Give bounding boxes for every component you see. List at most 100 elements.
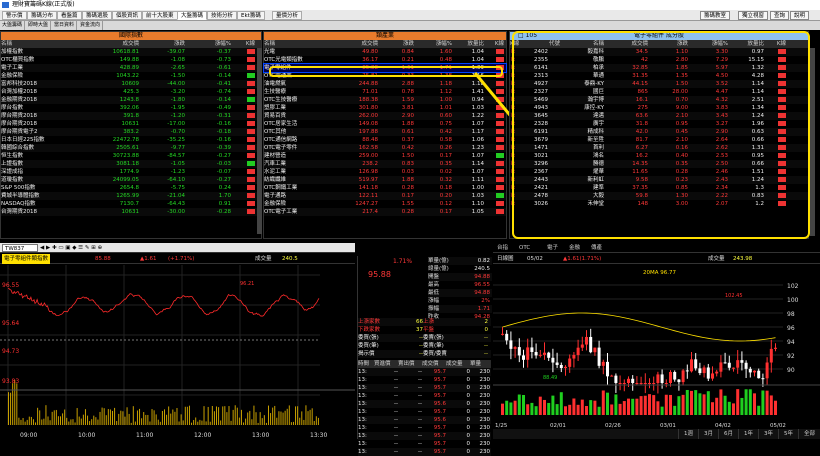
col-header[interactable]: 成交價 bbox=[81, 40, 139, 48]
intl-scrollbar[interactable] bbox=[257, 48, 262, 234]
intl-row[interactable]: 道瓊指數 24099.05 -64.10 -0.27 bbox=[1, 176, 261, 184]
sector-row[interactable]: OTC鋼鐵工業 141.18 0.28 0.18 1.00 bbox=[264, 184, 506, 192]
sector-row[interactable]: 建材營造 259.00 1.50 0.17 1.07 bbox=[264, 152, 506, 160]
tab-2[interactable]: 看盤篇 bbox=[57, 11, 82, 20]
comp-scrollbar[interactable] bbox=[810, 48, 815, 236]
sector-row[interactable]: 光電 49.80 0.84 1.60 1.04 bbox=[264, 48, 506, 56]
intl-row[interactable]: 摩台期貨2018 10631 -17.00 -0.16 bbox=[1, 120, 261, 128]
tick-row[interactable]: 13: -- -- 95.7 0 230 bbox=[358, 376, 491, 384]
col-header[interactable]: 漲跌 bbox=[139, 40, 185, 48]
intl-row[interactable]: 摩台期貨電子2 383.2 -0.70 -0.18 bbox=[1, 128, 261, 136]
tick-col-header[interactable]: 成交價 bbox=[422, 360, 446, 368]
tick-row[interactable]: 13: -- -- 95.7 0 230 bbox=[358, 384, 491, 392]
col-header[interactable]: K線 bbox=[231, 40, 255, 48]
kchart-tab-0[interactable]: 台指 bbox=[497, 243, 508, 253]
kchart-period[interactable]: 日線圖 bbox=[497, 254, 514, 264]
tick-col-header[interactable]: 時間 bbox=[358, 360, 374, 368]
tick-row[interactable]: 13: -- -- 95.6 0 230 bbox=[358, 400, 491, 408]
kchart-tab-2[interactable]: 電子 bbox=[547, 243, 558, 253]
intl-row[interactable]: 上證指數 3081.18 -1.05 -0.03 bbox=[1, 160, 261, 168]
intl-row[interactable]: 金融期貨2018 1243.8 -1.80 -0.14 bbox=[1, 96, 261, 104]
tab-7[interactable]: 技術分析 bbox=[207, 11, 237, 20]
kchart-tab-1[interactable]: OTC bbox=[519, 243, 530, 253]
intl-row[interactable]: 摩台指數 392.06 -1.95 -0.49 bbox=[1, 104, 261, 112]
sector-row[interactable]: 汽車工業 238.2 0.83 0.35 1.14 bbox=[264, 160, 506, 168]
sector-row[interactable]: 紡織纖維 519.97 1.88 0.32 1.11 bbox=[264, 176, 506, 184]
intl-row[interactable]: 台灣期貨2018 10631 -30.00 -0.28 bbox=[1, 208, 261, 216]
code-input[interactable]: TW837 bbox=[2, 244, 38, 252]
tab-4[interactable]: 個股資訊 bbox=[112, 11, 142, 20]
intl-row[interactable]: OTC櫃買指數 149.88 -1.08 -0.73 bbox=[1, 56, 261, 64]
sector-pct: 0.60 bbox=[414, 112, 452, 120]
period-6[interactable]: 全部 bbox=[798, 429, 820, 439]
col-header[interactable]: 漲幅% bbox=[414, 40, 452, 48]
intraday-chart[interactable]: 96.55 95.64 94.73 93.83 09:00 10:00 11:00 12:00… bbox=[0, 265, 355, 439]
tick-col-header[interactable]: 成交量 bbox=[446, 360, 470, 368]
period-1[interactable]: 3月 bbox=[698, 429, 718, 439]
kchart-tab-4[interactable]: 傳產 bbox=[591, 243, 602, 253]
tick-row[interactable]: 13: -- -- 95.7 0 230 bbox=[358, 408, 491, 416]
period-4[interactable]: 3年 bbox=[758, 429, 778, 439]
intl-row[interactable]: 加權指數 10618.81 -39.07 -0.37 bbox=[1, 48, 261, 56]
col-header[interactable]: 名稱 bbox=[264, 40, 334, 48]
tick-col-header[interactable]: 賣出價 bbox=[398, 360, 422, 368]
tab-8[interactable]: Ekt籌碼 bbox=[237, 11, 265, 20]
col-header[interactable]: 放量比 bbox=[452, 40, 484, 48]
subtab-0[interactable]: 大盤籌碼 bbox=[0, 21, 25, 30]
intl-row[interactable]: 電子工業 428.89 -2.65 -0.61 bbox=[1, 64, 261, 72]
intl-row[interactable]: 金融保險 1043.22 -1.50 -0.14 bbox=[1, 72, 261, 80]
period-3[interactable]: 1年 bbox=[738, 429, 758, 439]
intl-row[interactable]: 日本日經225指數 22472.78 -35.25 -0.16 bbox=[1, 136, 261, 144]
intl-row[interactable]: 深證成指 1774.9 -1.23 -0.07 bbox=[1, 168, 261, 176]
tab-9[interactable]: 量價分析 bbox=[272, 11, 302, 20]
intl-row[interactable]: 富邦科技2018 10609 -44.00 -0.41 bbox=[1, 80, 261, 88]
intl-row[interactable]: NASDAQ指數 7130.7 -64.43 0.91 bbox=[1, 200, 261, 208]
tick-row[interactable]: 13: -- -- 95.7 0 230 bbox=[358, 448, 491, 456]
col-header[interactable]: K線 bbox=[484, 40, 504, 48]
period-5[interactable]: 5年 bbox=[778, 429, 798, 439]
kchart-tab-3[interactable]: 金融 bbox=[569, 243, 580, 253]
col-header[interactable]: 成交價 bbox=[334, 40, 378, 48]
sector-row[interactable]: 水泥工業 126.98 0.03 0.02 1.07 bbox=[264, 168, 506, 176]
intl-row[interactable]: 摩台期貨2018 391.8 -1.20 -0.31 bbox=[1, 112, 261, 120]
tick-col-header[interactable]: 買進價 bbox=[374, 360, 398, 368]
period-2[interactable]: 6月 bbox=[718, 429, 738, 439]
tab-6[interactable]: 大盤籌碼 bbox=[177, 11, 207, 20]
right-button-3[interactable]: 說明 bbox=[790, 11, 809, 20]
subtab-3[interactable]: 資金流向 bbox=[78, 21, 103, 30]
tick-row[interactable]: 13: -- -- 95.7 0 230 bbox=[358, 392, 491, 400]
col-header[interactable]: 漲幅% bbox=[185, 40, 231, 48]
period-0[interactable]: 1週 bbox=[678, 429, 698, 439]
col-header[interactable]: 漲跌 bbox=[378, 40, 414, 48]
intl-row[interactable]: S&P 500指數 2654.8 -5.75 0.24 bbox=[1, 184, 261, 192]
tab-0[interactable]: 警示價 bbox=[2, 11, 27, 20]
tick-row[interactable]: 13: -- -- 95.6 0 230 bbox=[358, 416, 491, 424]
intl-row[interactable]: 費城半導體指數 1265.99 -21.04 1.70 bbox=[1, 192, 261, 200]
right-button-2[interactable]: 查詢 bbox=[770, 11, 789, 20]
intl-row[interactable]: 恒生指數 30723.88 -84.57 -0.27 bbox=[1, 152, 261, 160]
index-change: -44.00 bbox=[139, 80, 185, 88]
toolbar-icons[interactable]: ◀ ▶ ✚ ▭ ▣ ◆ ☰ ✎ ⊞ ⊕ bbox=[40, 243, 102, 253]
intl-row[interactable]: 韓國綜合指數 2505.61 -9.77 -0.39 bbox=[1, 144, 261, 152]
tick-col-header[interactable]: 單量 bbox=[470, 360, 490, 368]
tab-1[interactable]: 籌碼分布 bbox=[27, 11, 57, 20]
tab-5[interactable]: 前十大股東 bbox=[142, 11, 178, 20]
index-change: -84.57 bbox=[139, 152, 185, 160]
sector-row[interactable]: OTC電子零件 162.58 0.42 0.26 1.23 bbox=[264, 144, 506, 152]
sector-row[interactable]: 電子通路 122.11 0.17 0.20 1.03 bbox=[264, 192, 506, 200]
sector-row[interactable]: 金融保險 1247.27 1.55 0.12 1.10 bbox=[264, 200, 506, 208]
intl-row[interactable]: 台灣加權2018 425.3 -3.20 -0.74 bbox=[1, 88, 261, 96]
tick-row[interactable]: 13: -- -- 95.7 0 230 bbox=[358, 368, 491, 376]
sector-row[interactable]: OTC通信網路 88.48 0.37 0.58 1.06 bbox=[264, 136, 506, 144]
sector-row[interactable]: OTC電子工業 217.4 0.28 0.17 1.05 bbox=[264, 208, 506, 216]
col-header[interactable]: 名稱 bbox=[1, 40, 81, 48]
subtab-2[interactable]: 當日資料 bbox=[52, 21, 77, 30]
tab-3[interactable]: 籌碼選股 bbox=[82, 11, 112, 20]
tick-row[interactable]: 13: -- -- 95.7 0 230 bbox=[358, 440, 491, 448]
tick-row[interactable]: 13: -- -- 95.7 0 230 bbox=[358, 424, 491, 432]
right-button-1[interactable]: 獨立視窗 bbox=[738, 11, 768, 20]
sector-row[interactable]: OTC光電類指數 36.17 0.21 0.48 1.04 bbox=[264, 56, 506, 64]
right-button-0[interactable]: 籌碼教室 bbox=[700, 11, 730, 20]
subtab-1[interactable]: 即時大盤 bbox=[26, 21, 51, 30]
kline-chart[interactable]: 20MA 96.771021009896949290102.4588.491/2… bbox=[493, 265, 820, 429]
